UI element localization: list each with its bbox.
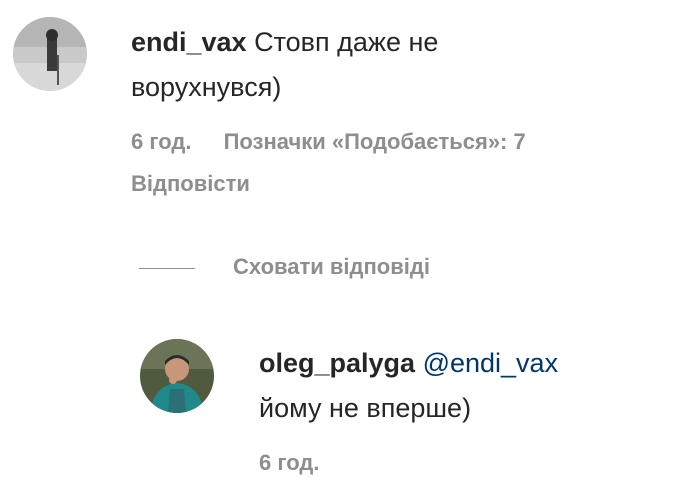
reply-button[interactable]: Відповісти	[131, 171, 250, 197]
comment-meta: 6 год. Позначки «Подобається»: 7	[131, 129, 526, 155]
comment-text-line2: ворухнувся)	[131, 72, 282, 102]
avatar-oleg-palyga[interactable]	[140, 339, 214, 413]
reply-mention[interactable]: @endi_vax	[423, 348, 559, 378]
comment-username[interactable]: endi_vax	[131, 27, 247, 57]
comment-reply-row: Відповісти	[131, 171, 250, 197]
reply-meta: 6 год.	[259, 450, 319, 476]
comment-likes[interactable]: Позначки «Подобається»: 7	[224, 129, 526, 155]
avatar-endi-vax[interactable]	[13, 17, 87, 91]
reply-text: йому не вперше)	[259, 393, 472, 423]
reply-username[interactable]: oleg_palyga	[259, 348, 415, 378]
hide-replies-button[interactable]: Сховати відповіді	[233, 254, 430, 280]
comment-time[interactable]: 6 год.	[131, 129, 191, 155]
replies-toggle-row: Сховати відповіді	[233, 254, 430, 280]
avatar-image	[140, 339, 214, 413]
comment-body: endi_vax Стовп даже не ворухнувся)	[131, 20, 438, 110]
replies-divider-line	[139, 268, 195, 269]
reply-time[interactable]: 6 год.	[259, 450, 319, 476]
avatar-image	[13, 17, 87, 91]
comment-text-line1: Стовп даже не	[254, 27, 439, 57]
reply-body: oleg_palyga @endi_vax йому не вперше)	[259, 341, 558, 431]
